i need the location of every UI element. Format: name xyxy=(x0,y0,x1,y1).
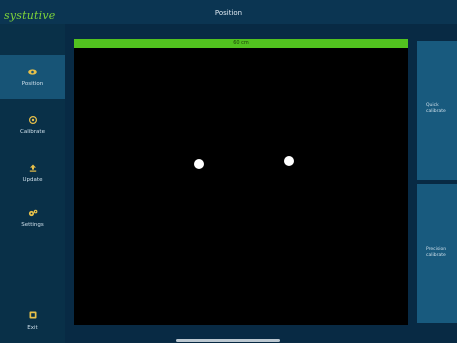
exit-button[interactable]: Exit xyxy=(0,306,65,336)
sidebar-item-label: Calibrate xyxy=(20,129,45,135)
tracked-marker-right xyxy=(284,156,294,166)
gears-icon xyxy=(27,208,39,218)
sidebar-item-label: Settings xyxy=(21,222,44,228)
camera-view xyxy=(74,48,408,325)
distance-status-label: 60 cm xyxy=(233,40,249,46)
sidebar-item-settings[interactable]: Settings xyxy=(0,196,65,240)
exit-icon xyxy=(29,311,37,321)
exit-label: Exit xyxy=(27,325,38,331)
sidebar-item-position[interactable]: Position xyxy=(0,55,65,99)
app-logo: systutive xyxy=(4,9,56,22)
precision-calibrate-button[interactable]: Precision calibrate xyxy=(417,184,457,323)
sidebar-item-update[interactable]: Update xyxy=(0,151,65,195)
sidebar-item-calibrate[interactable]: Calibrate xyxy=(0,103,65,147)
horizontal-scrollbar[interactable] xyxy=(176,339,280,342)
eye-icon xyxy=(27,67,39,77)
sidebar-item-label: Update xyxy=(22,177,43,183)
distance-status-bar: 60 cm xyxy=(74,39,408,48)
upload-icon xyxy=(27,163,39,173)
sidebar-item-label: Position xyxy=(21,81,44,87)
precision-calibrate-line2: calibrate xyxy=(426,253,446,258)
tracked-marker-left xyxy=(194,159,204,169)
target-icon xyxy=(27,115,39,125)
quick-calibrate-line2: calibrate xyxy=(426,109,446,114)
quick-calibrate-button[interactable]: Quick calibrate xyxy=(417,41,457,180)
